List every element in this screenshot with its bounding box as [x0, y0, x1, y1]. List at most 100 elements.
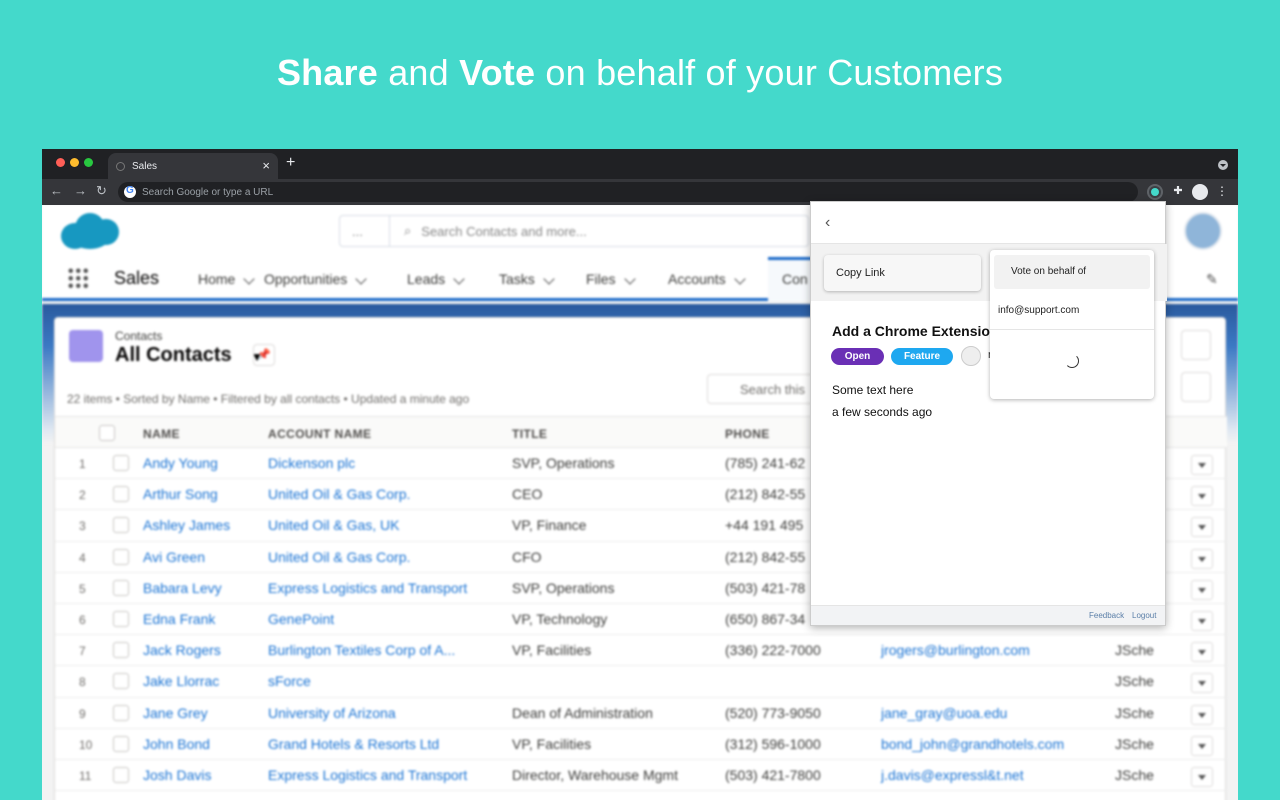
- logout-link[interactable]: Logout: [1132, 611, 1156, 620]
- nav-tasks[interactable]: Tasks: [499, 271, 535, 287]
- account-name-link[interactable]: Express Logistics and Transport: [268, 767, 467, 783]
- forward-arrow-icon[interactable]: →: [74, 183, 87, 198]
- column-name[interactable]: NAME: [143, 427, 180, 441]
- account-name-link[interactable]: Grand Hotels & Resorts Ltd: [268, 736, 439, 752]
- account-name-link[interactable]: United Oil & Gas Corp.: [268, 549, 410, 565]
- copy-link-button[interactable]: Copy Link: [824, 255, 981, 291]
- table-row[interactable]: 7 Jack Rogers Burlington Textiles Corp of …: [55, 635, 1227, 667]
- global-search[interactable]: ... ⌕ Search Contacts and more...: [339, 215, 809, 247]
- select-all-checkbox[interactable]: [99, 425, 115, 441]
- row-actions-chevron-icon[interactable]: [1191, 704, 1213, 725]
- row-checkbox[interactable]: [113, 486, 129, 503]
- nav-files[interactable]: Files: [586, 271, 616, 287]
- contact-name-link[interactable]: Josh Davis: [143, 767, 211, 783]
- row-checkbox[interactable]: [113, 579, 129, 596]
- close-window-button[interactable]: [56, 158, 65, 167]
- contact-email-link[interactable]: j.davis@expressl&t.net: [881, 767, 1024, 783]
- account-name-link[interactable]: sForce: [268, 673, 311, 689]
- edit-nav-pencil-icon[interactable]: ✎: [1206, 271, 1220, 287]
- table-row[interactable]: 9 Jane Grey University of Arizona Dean of A…: [55, 698, 1227, 729]
- nav-contacts[interactable]: Con: [782, 271, 808, 287]
- contact-name-link[interactable]: Ashley James: [143, 517, 230, 533]
- app-launcher-icon[interactable]: [67, 267, 89, 289]
- search-scope-select[interactable]: ...: [340, 216, 390, 246]
- tab-search-icon[interactable]: [1218, 160, 1228, 170]
- account-name-link[interactable]: United Oil & Gas, UK: [268, 517, 400, 533]
- feedback-link[interactable]: Feedback: [1089, 611, 1124, 620]
- salesforce-logo: [57, 211, 121, 251]
- back-arrow-icon[interactable]: ←: [50, 183, 63, 198]
- new-tab-button[interactable]: +: [286, 154, 295, 172]
- contact-name-link[interactable]: Avi Green: [143, 549, 205, 565]
- contact-email-link[interactable]: bond_john@grandhotels.com: [881, 736, 1064, 752]
- column-phone[interactable]: PHONE: [725, 427, 770, 441]
- row-checkbox[interactable]: [113, 517, 129, 534]
- account-name-link[interactable]: University of Arizona: [268, 705, 396, 721]
- nav-home[interactable]: Home: [198, 271, 235, 287]
- account-name-link[interactable]: United Oil & Gas Corp.: [268, 486, 410, 502]
- contact-name-link[interactable]: Edna Frank: [143, 611, 215, 627]
- row-actions-chevron-icon[interactable]: [1191, 610, 1213, 631]
- table-row[interactable]: 8 Jake Llorrac sForce JSche: [55, 666, 1227, 698]
- row-checkbox[interactable]: [113, 642, 129, 659]
- minimize-window-button[interactable]: [70, 158, 79, 167]
- reload-icon[interactable]: ↻: [96, 183, 107, 199]
- row-actions-chevron-icon[interactable]: [1191, 486, 1213, 507]
- row-checkbox[interactable]: [113, 766, 129, 783]
- puzzle-icon[interactable]: ✚: [1170, 184, 1186, 200]
- column-title[interactable]: TITLE: [512, 427, 547, 441]
- nav-leads[interactable]: Leads: [407, 271, 445, 287]
- back-chevron-icon[interactable]: ‹: [825, 214, 830, 232]
- row-actions-chevron-icon[interactable]: [1191, 579, 1213, 600]
- table-row[interactable]: 10 John Bond Grand Hotels & Resorts Ltd VP,…: [55, 729, 1227, 760]
- column-account-name[interactable]: ACCOUNT NAME: [268, 427, 371, 441]
- table-row[interactable]: 11 Josh Davis Express Logistics and Transp…: [55, 760, 1227, 792]
- row-actions-chevron-icon[interactable]: [1191, 517, 1213, 538]
- filter-icon[interactable]: [1181, 372, 1211, 402]
- row-actions-chevron-icon[interactable]: [1191, 673, 1213, 694]
- contact-name-link[interactable]: John Bond: [143, 736, 210, 752]
- vote-email-option[interactable]: info@support.com: [990, 290, 1154, 330]
- tab-close-icon[interactable]: ×: [262, 158, 270, 173]
- contact-phone: (212) 842-55: [725, 486, 806, 503]
- contact-name-link[interactable]: Babara Levy: [143, 580, 222, 596]
- row-checkbox[interactable]: [113, 735, 129, 752]
- account-name-link[interactable]: Express Logistics and Transport: [268, 580, 467, 596]
- contact-name-link[interactable]: Arthur Song: [143, 486, 218, 502]
- contact-name-link[interactable]: Jake Llorrac: [143, 673, 219, 689]
- status-badge: Open: [831, 348, 884, 365]
- account-name-link[interactable]: Burlington Textiles Corp of A...: [268, 642, 455, 658]
- contact-name-link[interactable]: Andy Young: [143, 455, 218, 471]
- nav-accounts[interactable]: Accounts: [668, 271, 726, 287]
- profile-icon[interactable]: [1192, 184, 1208, 200]
- row-actions-chevron-icon[interactable]: [1191, 766, 1213, 787]
- row-checkbox[interactable]: [113, 704, 129, 721]
- row-checkbox[interactable]: [113, 610, 129, 627]
- row-actions-chevron-icon[interactable]: [1191, 548, 1213, 569]
- list-search-input[interactable]: Search this: [707, 374, 827, 404]
- row-checkbox[interactable]: [113, 673, 129, 690]
- row-checkbox[interactable]: [113, 455, 129, 471]
- account-name-link[interactable]: Dickenson plc: [268, 455, 355, 471]
- row-actions-chevron-icon[interactable]: [1191, 735, 1213, 756]
- contact-name-link[interactable]: Jane Grey: [143, 705, 208, 721]
- list-view-title[interactable]: All Contacts: [115, 344, 232, 367]
- extension-icon[interactable]: [1147, 184, 1163, 200]
- row-checkbox[interactable]: [113, 548, 129, 565]
- maximize-window-button[interactable]: [84, 158, 93, 167]
- user-avatar[interactable]: [1184, 212, 1222, 250]
- contact-name-link[interactable]: Jack Rogers: [143, 642, 221, 658]
- pin-icon[interactable]: 📌: [253, 344, 275, 366]
- browser-tab-sales[interactable]: Sales ×: [108, 153, 278, 179]
- contact-email-link[interactable]: jane_gray@uoa.edu: [881, 705, 1007, 721]
- contact-email-link[interactable]: jrogers@burlington.com: [881, 642, 1030, 658]
- contact-owner: JSche: [1115, 766, 1154, 783]
- nav-opportunities[interactable]: Opportunities: [264, 271, 347, 287]
- address-bar[interactable]: Search Google or type a URL: [118, 182, 1138, 202]
- list-actions-button[interactable]: [1181, 330, 1211, 360]
- row-actions-chevron-icon[interactable]: [1191, 455, 1213, 475]
- vote-on-behalf-header[interactable]: Vote on behalf of: [994, 255, 1150, 289]
- row-actions-chevron-icon[interactable]: [1191, 642, 1213, 663]
- menu-kebab-icon[interactable]: ⋮: [1214, 184, 1230, 200]
- account-name-link[interactable]: GenePoint: [268, 611, 334, 627]
